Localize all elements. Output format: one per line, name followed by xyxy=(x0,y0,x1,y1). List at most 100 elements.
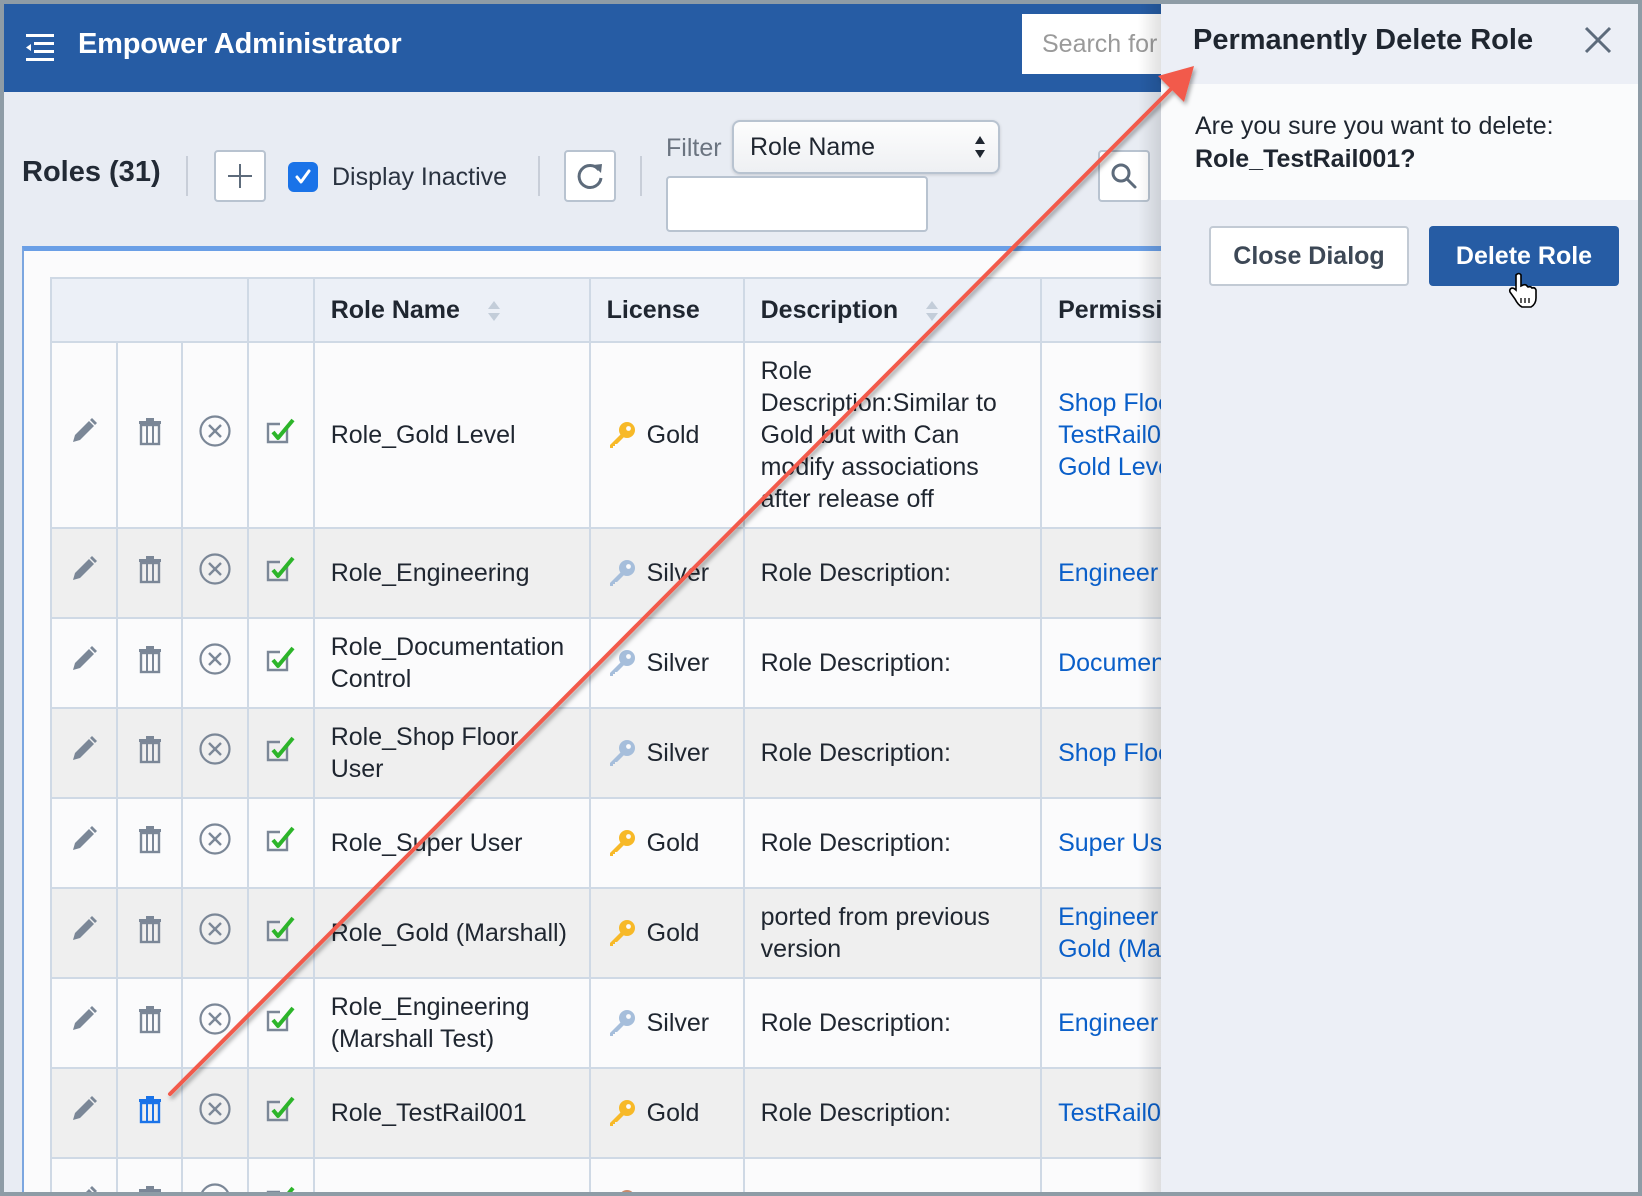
deactivate-circle-x-icon[interactable] xyxy=(198,552,232,586)
menu-collapse-icon[interactable] xyxy=(22,32,54,62)
edit-cell xyxy=(50,341,118,529)
license-key-icon xyxy=(609,740,635,766)
description-cell: Role Description:Similar to Gold but wit… xyxy=(742,341,1043,529)
license-label: Bronze xyxy=(647,1187,726,1192)
active-checkbox-icon[interactable] xyxy=(265,734,297,764)
app-title: Empower Administrator xyxy=(78,28,402,60)
delete-cell xyxy=(115,617,184,709)
trash-icon[interactable] xyxy=(136,734,164,764)
display-inactive-label: Display Inactive xyxy=(332,162,508,191)
active-checkbox-icon[interactable] xyxy=(265,416,297,446)
active-checkbox-icon[interactable] xyxy=(265,1004,297,1034)
description: Role Description: xyxy=(761,1189,951,1192)
edit-pencil-icon[interactable] xyxy=(69,416,99,446)
app-window: Empower Administrator Search for Roles (… xyxy=(4,4,1638,1192)
add-role-button[interactable] xyxy=(214,150,266,202)
deactivate-cell xyxy=(181,617,250,709)
edit-pencil-icon[interactable] xyxy=(69,644,99,674)
sort-icon[interactable] xyxy=(925,300,939,322)
license-cell: Silver xyxy=(588,617,745,709)
delete-cell xyxy=(115,707,184,799)
active-checkbox-icon[interactable] xyxy=(265,1094,297,1124)
deactivate-circle-x-icon[interactable] xyxy=(198,642,232,676)
active-checkbox-icon[interactable] xyxy=(265,1184,297,1192)
edit-cell xyxy=(50,797,118,889)
license-key-icon xyxy=(609,1010,635,1036)
deactivate-circle-x-icon[interactable] xyxy=(198,822,232,856)
trash-icon[interactable] xyxy=(136,824,164,854)
active-checkbox-icon[interactable] xyxy=(265,644,297,674)
edit-pencil-icon[interactable] xyxy=(69,914,99,944)
deactivate-circle-x-icon[interactable] xyxy=(198,414,232,448)
trash-icon[interactable] xyxy=(136,1184,164,1192)
filter-text-input[interactable] xyxy=(666,176,928,232)
license-key-icon xyxy=(609,920,635,946)
roles-table-card: Role Name License Description Permission… xyxy=(22,246,1222,1192)
trash-icon[interactable] xyxy=(136,1004,164,1034)
license-cell: Gold xyxy=(588,887,745,979)
delete-cell xyxy=(115,887,184,979)
close-dialog-button[interactable]: Close Dialog xyxy=(1209,226,1409,286)
role-name-cell: Role_Shop Floor User xyxy=(312,707,591,799)
table-body: Role_Gold Level Gold Role Description:Simi… xyxy=(50,341,1222,1192)
deactivate-cell xyxy=(181,797,250,889)
edit-pencil-icon[interactable] xyxy=(69,1004,99,1034)
active-checkbox-icon[interactable] xyxy=(265,554,297,584)
license-label: Gold xyxy=(646,829,700,857)
edit-pencil-icon[interactable] xyxy=(69,734,99,764)
description-cell: Role Description: xyxy=(742,617,1043,709)
license-label: Gold xyxy=(646,421,700,449)
active-checkbox-icon[interactable] xyxy=(265,914,297,944)
edit-cell xyxy=(50,527,118,619)
delete-cell xyxy=(115,341,184,529)
role-name-cell: Role_Gold Level xyxy=(312,341,591,529)
deactivate-circle-x-icon[interactable] xyxy=(198,1002,232,1036)
description: Role Description:Similar to Gold but wit… xyxy=(760,357,997,513)
description-cell: Role Description: xyxy=(742,707,1043,799)
description-cell: ported from previous version xyxy=(742,887,1043,979)
close-icon[interactable] xyxy=(1582,24,1614,56)
role-name: Role_TestRail002 xyxy=(331,1189,527,1192)
deactivate-circle-x-icon[interactable] xyxy=(198,912,232,946)
column-header-label: Description xyxy=(760,295,899,324)
display-inactive-checkbox[interactable] xyxy=(288,162,318,192)
edit-cell xyxy=(50,1067,118,1159)
license-key-icon xyxy=(621,1190,632,1192)
sort-icon[interactable] xyxy=(487,300,501,322)
filter-field-select[interactable]: Role Name xyxy=(732,120,1000,174)
dialog-shadow xyxy=(1138,4,1162,1192)
trash-icon[interactable] xyxy=(136,416,164,446)
role-name: Role_Super User xyxy=(330,829,523,857)
deactivate-cell xyxy=(181,1067,250,1159)
description: Role Description: xyxy=(760,739,951,767)
deactivate-circle-x-icon[interactable] xyxy=(198,1182,232,1192)
trash-icon[interactable] xyxy=(136,1094,164,1124)
dialog-body: Are you sure you want to delete: Role_Te… xyxy=(1161,84,1638,200)
deactivate-circle-x-icon[interactable] xyxy=(198,1092,232,1126)
edit-pencil-icon[interactable] xyxy=(69,1184,99,1192)
deactivate-cell xyxy=(181,341,250,529)
column-header-role-name[interactable]: Role Name xyxy=(312,277,591,343)
refresh-button[interactable] xyxy=(564,150,616,202)
deactivate-cell xyxy=(181,1157,250,1192)
trash-icon[interactable] xyxy=(136,914,164,944)
delete-cell xyxy=(115,977,184,1069)
column-header-license: License xyxy=(588,277,745,343)
deactivate-cell xyxy=(181,527,250,619)
edit-pencil-icon[interactable] xyxy=(69,554,99,584)
role-name: Role_Documentation Control xyxy=(330,633,565,693)
license-cell: Silver xyxy=(588,977,745,1069)
edit-pencil-icon[interactable] xyxy=(69,1094,99,1124)
column-header-description[interactable]: Description xyxy=(742,277,1043,343)
select-arrows-icon xyxy=(975,136,985,158)
active-checkbox-icon[interactable] xyxy=(265,824,297,854)
edit-cell xyxy=(50,887,118,979)
edit-pencil-icon[interactable] xyxy=(69,824,99,854)
filter-label: Filter xyxy=(666,134,722,162)
display-inactive-toggle[interactable]: Display Inactive xyxy=(288,162,507,192)
trash-icon[interactable] xyxy=(136,644,164,674)
trash-icon[interactable] xyxy=(136,554,164,584)
deactivate-circle-x-icon[interactable] xyxy=(198,732,232,766)
role-name: Role_Engineering (Marshall Test) xyxy=(330,993,530,1053)
description-cell: Role Description: xyxy=(742,1157,1043,1192)
